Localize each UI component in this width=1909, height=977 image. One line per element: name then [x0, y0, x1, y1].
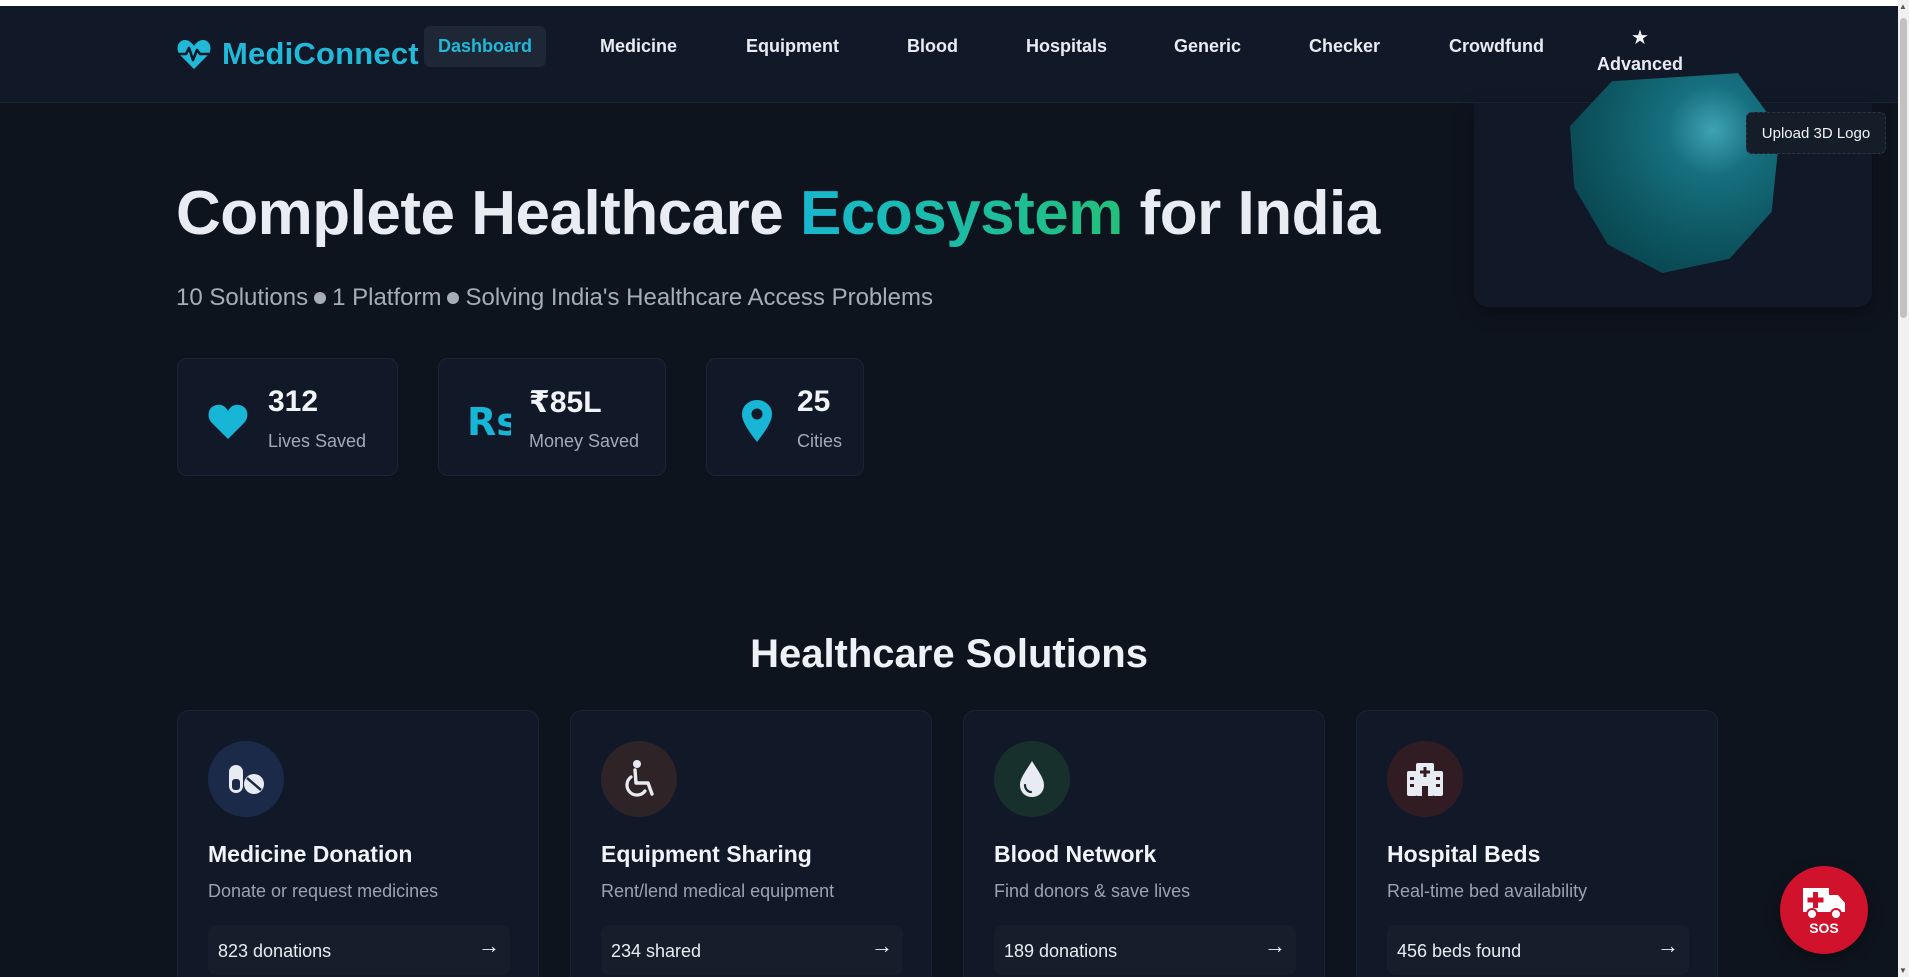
- sos-label: SOS: [1809, 920, 1839, 936]
- hero-title-post: for India: [1122, 179, 1381, 248]
- hero-title-accent: Ecosystem: [800, 179, 1123, 248]
- card-title: Equipment Sharing: [601, 841, 812, 867]
- stat-label: Cities: [797, 431, 843, 451]
- sos-button[interactable]: SOS: [1780, 866, 1868, 954]
- ambulance-icon: [1803, 888, 1845, 920]
- stat-value: 25: [797, 385, 831, 418]
- scroll-down-icon[interactable]: ▼: [1899, 966, 1907, 975]
- card-description: Real-time bed availability: [1387, 881, 1588, 901]
- nav-dashboard[interactable]: Dashboard: [424, 26, 547, 67]
- stat-label: Money Saved: [529, 431, 640, 451]
- wheelchair-icon: [601, 741, 677, 817]
- card-title: Medicine Donation: [208, 841, 413, 867]
- bullet-dot: [447, 292, 460, 305]
- star-icon: ★: [1631, 27, 1649, 49]
- stat-cities: 25 Cities: [706, 358, 864, 476]
- hero-title-pre: Complete Healthcare: [176, 179, 800, 248]
- section-title: Healthcare Solutions: [750, 632, 1148, 676]
- card-stat: 823 donations →: [208, 925, 510, 975]
- hospital-icon: [1387, 741, 1463, 817]
- card-description: Donate or request medicines: [208, 881, 439, 901]
- heartbeat-icon: [177, 40, 211, 69]
- subtitle-part: 10 Solutions: [176, 284, 309, 311]
- solution-card-medicine[interactable]: Medicine Donation Donate or request medi…: [177, 710, 539, 977]
- brand-logo[interactable]: MediConnect: [176, 36, 419, 72]
- brand-name: MediConnect: [222, 36, 419, 71]
- nav-equipment[interactable]: Equipment: [746, 36, 839, 57]
- card-stat-text: 823 donations: [218, 941, 332, 961]
- arrow-right-icon[interactable]: →: [1264, 933, 1286, 959]
- nav-medicine[interactable]: Medicine: [600, 36, 677, 57]
- scroll-thumb[interactable]: [1900, 18, 1907, 318]
- pills-icon: [208, 741, 284, 817]
- card-description: Find donors & save lives: [994, 881, 1191, 901]
- solution-card-equipment[interactable]: Equipment Sharing Rent/lend medical equi…: [570, 710, 932, 977]
- arrow-right-icon[interactable]: →: [871, 933, 893, 959]
- solution-card-hospital[interactable]: Hospital Beds Real-time bed availability…: [1356, 710, 1718, 977]
- subtitle-part: Solving India's Healthcare Access Proble…: [465, 284, 933, 311]
- card-stat-text: 456 beds found: [1397, 941, 1522, 961]
- stat-lives-saved: 312 Lives Saved: [177, 358, 398, 476]
- rupee-icon: Rs: [467, 400, 511, 443]
- page-scrollbar[interactable]: ▲ ▼: [1898, 0, 1909, 977]
- blood-drop-icon: [994, 741, 1070, 817]
- map-pin-icon: [742, 400, 772, 442]
- nav-hospitals[interactable]: Hospitals: [1026, 36, 1107, 57]
- nav-generic[interactable]: Generic: [1174, 36, 1241, 57]
- nav-blood[interactable]: Blood: [907, 36, 958, 57]
- nav-advanced[interactable]: ★ Advanced: [1597, 28, 1683, 75]
- upload-3d-logo-button[interactable]: Upload 3D Logo: [1746, 112, 1886, 154]
- arrow-right-icon[interactable]: →: [478, 933, 500, 959]
- hero-subtitle: 10 Solutions 1 Platform Solving India's He…: [176, 284, 933, 312]
- card-title: Hospital Beds: [1387, 841, 1541, 867]
- card-stat-text: 234 shared: [611, 941, 702, 961]
- app-viewport: MediConnect Dashboard Medicine Equipment…: [0, 6, 1898, 977]
- card-description: Rent/lend medical equipment: [601, 881, 835, 901]
- scroll-up-icon[interactable]: ▲: [1899, 2, 1907, 11]
- card-stat: 189 donations →: [994, 925, 1296, 975]
- nav-advanced-label: Advanced: [1597, 54, 1684, 74]
- subtitle-part: 1 Platform: [332, 284, 442, 311]
- card-title: Blood Network: [994, 841, 1157, 867]
- stat-value: ₹85L: [529, 386, 602, 419]
- hero-title: Complete Healthcare Ecosystem for India: [176, 178, 1380, 249]
- 3d-sphere-logo[interactable]: [1570, 73, 1780, 273]
- card-stat-text: 189 donations: [1004, 941, 1118, 961]
- card-stat: 456 beds found →: [1387, 925, 1689, 975]
- solution-card-blood[interactable]: Blood Network Find donors & save lives 1…: [963, 710, 1325, 977]
- heart-icon: [208, 404, 248, 439]
- arrow-right-icon[interactable]: →: [1657, 933, 1679, 959]
- card-stat: 234 shared →: [601, 925, 903, 975]
- svg-text:Rs: Rs: [467, 400, 511, 443]
- stat-value: 312: [268, 385, 319, 418]
- stat-label: Lives Saved: [268, 431, 367, 451]
- bullet-dot: [314, 292, 327, 305]
- nav-checker[interactable]: Checker: [1309, 36, 1380, 57]
- stat-money-saved: Rs ₹85L Money Saved: [438, 358, 666, 476]
- nav-crowdfund[interactable]: Crowdfund: [1449, 36, 1544, 57]
